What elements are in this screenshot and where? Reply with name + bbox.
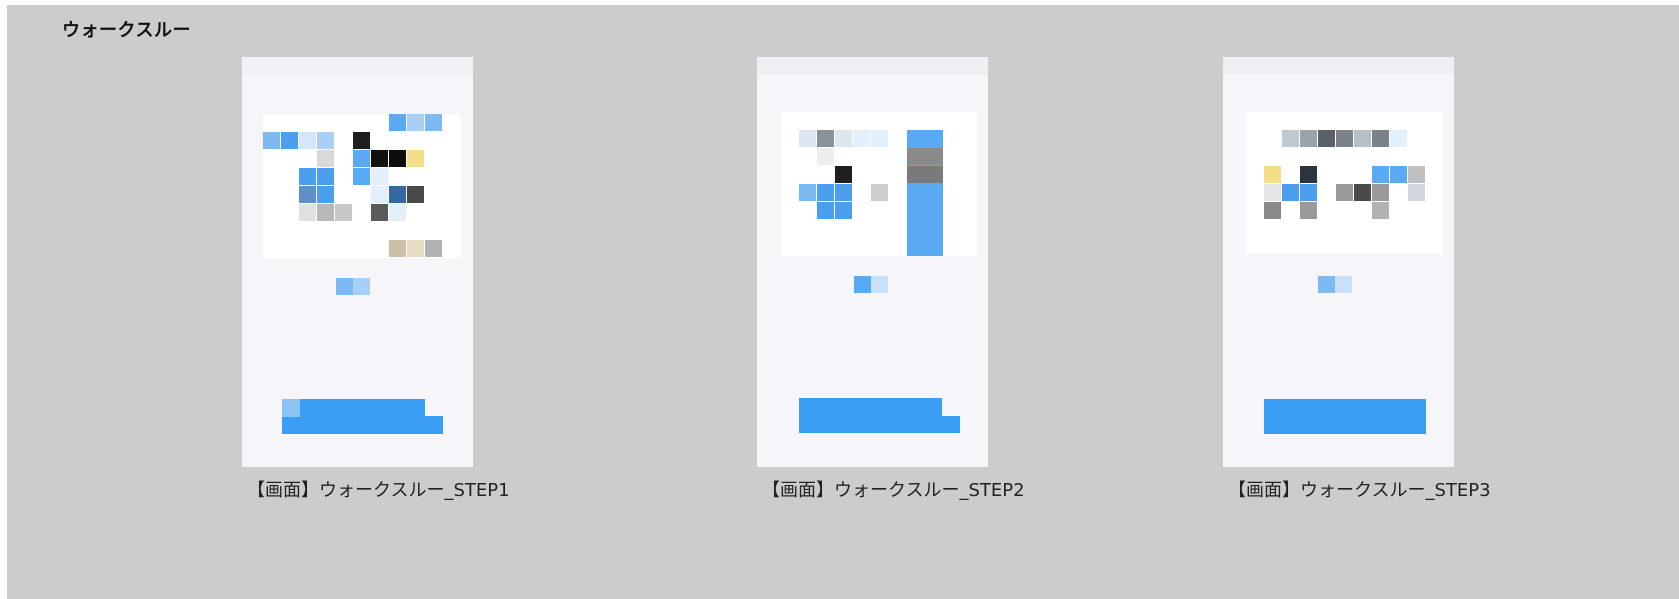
illustration-pixel [389, 114, 406, 131]
illustration-pixel [317, 150, 334, 167]
illustration-pixel [299, 186, 316, 203]
illustration-pixel [853, 130, 870, 147]
illustration-pixel [1336, 130, 1353, 147]
illustration-pixel [407, 186, 424, 203]
illustration-pixel [371, 186, 388, 203]
illustration-pixel [1372, 130, 1389, 147]
illustration-pixel [1282, 130, 1299, 147]
illustration-pixel [317, 186, 334, 203]
illustration-pixel [1300, 202, 1317, 219]
page-indicator-dot [1335, 276, 1352, 293]
illustration-pixel [317, 204, 334, 221]
illustration-pixel [817, 184, 834, 201]
screen-thumbnail-step1[interactable] [242, 57, 473, 467]
illustration-pixel [371, 168, 388, 185]
page-indicator-dot [871, 276, 888, 293]
section-title: ウォークスルー [62, 20, 191, 41]
page-indicator-dot [854, 276, 871, 293]
page-indicator-dot [353, 278, 370, 295]
illustration-pixel [835, 184, 852, 201]
illustration-pixel [1372, 202, 1389, 219]
cta-button-corner [425, 399, 443, 416]
illustration-pixel [799, 130, 816, 147]
illustration-pixel [389, 240, 406, 257]
illustration-pixel [817, 130, 834, 147]
illustration-pixel [871, 184, 888, 201]
illustration-pixel [299, 168, 316, 185]
illustration-pixel [353, 132, 370, 149]
page-indicator-dot [1318, 276, 1335, 293]
screen-thumbnail-step2[interactable] [757, 57, 988, 467]
illustration-pixel [317, 132, 334, 149]
illustration-pixel [371, 204, 388, 221]
illustration-pixel [407, 240, 424, 257]
illustration-pixel [1354, 130, 1371, 147]
illustration-pixel [835, 202, 852, 219]
illustration-pixel [317, 168, 334, 185]
illustration-pixel [1372, 166, 1389, 183]
illustration-pixel [371, 150, 388, 167]
cta-button[interactable] [282, 399, 443, 434]
cta-button[interactable] [799, 398, 960, 433]
screen-thumbnail-step3[interactable] [1223, 57, 1454, 467]
illustration-pixel [835, 166, 852, 183]
illustration-pixel [1300, 130, 1317, 147]
illustration-pixel [799, 184, 816, 201]
screen-caption-step3[interactable]: 【画面】ウォークスルー_STEP3 [1228, 476, 1491, 502]
illustration-pixel [1264, 184, 1281, 201]
illustration-pixel [907, 148, 943, 165]
illustration-pixel [281, 132, 298, 149]
screen-caption-step1[interactable]: 【画面】ウォークスルー_STEP1 [247, 476, 510, 502]
cta-button-corner [942, 398, 960, 416]
illustration-pixel [1300, 166, 1317, 183]
illustration-pixel [1282, 184, 1299, 201]
illustration-pixel [353, 168, 370, 185]
status-bar [242, 57, 473, 75]
walkthrough-board: ウォークスルー 【画面】ウォークスルー_STEP1 【画面】ウォークスルー_ST… [7, 5, 1679, 599]
page-indicator-dot [336, 278, 353, 295]
illustration-pixel [425, 114, 442, 131]
illustration-pixel [817, 148, 834, 165]
illustration-pixel [299, 132, 316, 149]
illustration-pixel [299, 204, 316, 221]
status-bar [757, 57, 988, 75]
illustration-pixel [407, 114, 424, 131]
illustration-pixel [389, 186, 406, 203]
status-bar [1223, 57, 1454, 75]
illustration-pixel [817, 202, 834, 219]
illustration-pixel [1336, 184, 1353, 201]
illustration-card [1246, 112, 1443, 254]
illustration-pixel [1354, 184, 1371, 201]
illustration-pixel [1408, 166, 1425, 183]
illustration-pixel [407, 150, 424, 167]
cta-button-highlight [282, 399, 300, 417]
illustration-pixel [1372, 184, 1389, 201]
illustration-pixel [353, 150, 370, 167]
illustration-pixel [1390, 130, 1407, 147]
illustration-pixel [835, 130, 852, 147]
illustration-pixel [907, 166, 943, 183]
illustration-pixel [1318, 130, 1335, 147]
cta-button[interactable] [1264, 399, 1426, 434]
illustration-pixel [871, 130, 888, 147]
illustration-card [781, 112, 977, 256]
illustration-card [263, 114, 461, 258]
illustration-pixel [1264, 166, 1281, 183]
screen-caption-step2[interactable]: 【画面】ウォークスルー_STEP2 [762, 476, 1025, 502]
illustration-pixel [389, 204, 406, 221]
illustration-pixel [335, 204, 352, 221]
illustration-pixel [1264, 202, 1281, 219]
illustration-pixel [425, 240, 442, 257]
illustration-pixel [389, 150, 406, 167]
illustration-pixel [263, 132, 280, 149]
illustration-pixel [1300, 184, 1317, 201]
illustration-pixel [1408, 184, 1425, 201]
illustration-pixel [1390, 166, 1407, 183]
